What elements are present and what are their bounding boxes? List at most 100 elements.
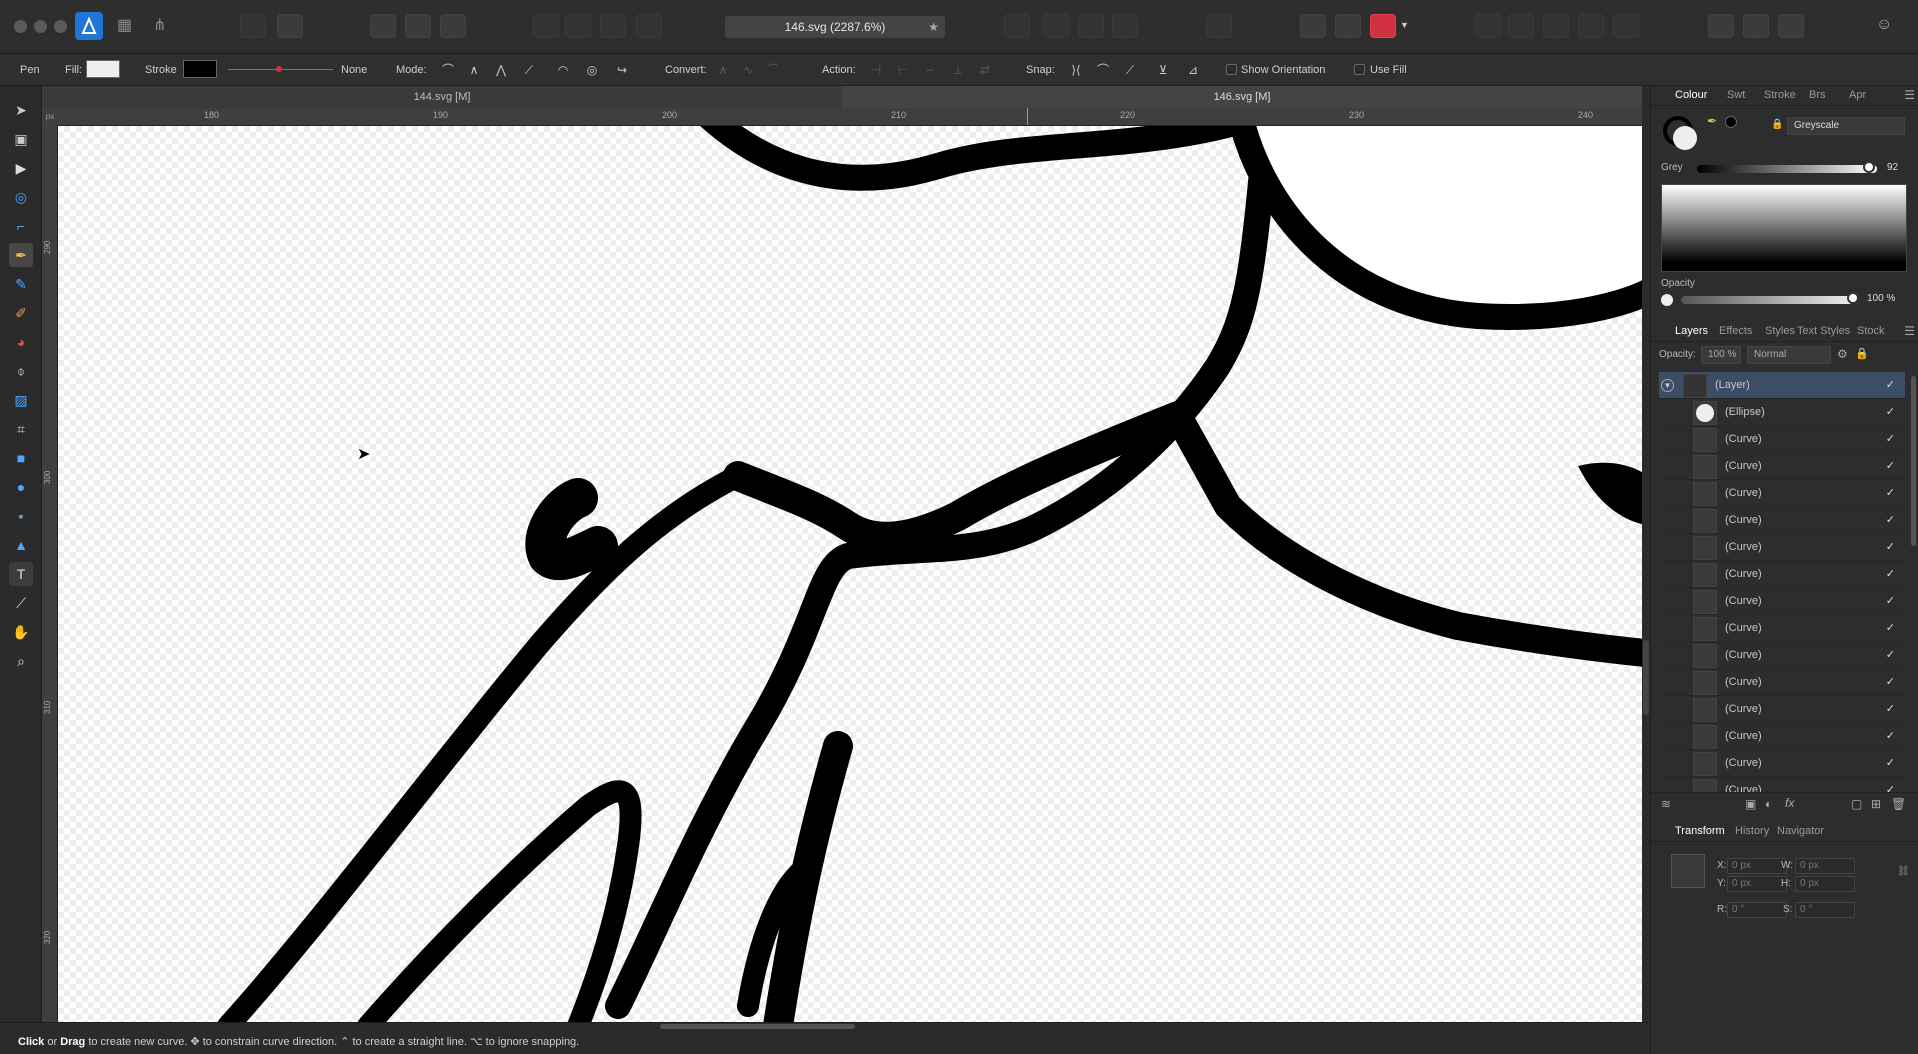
visibility-check[interactable]: ✓ — [1886, 756, 1895, 769]
visibility-check[interactable]: ✓ — [1886, 675, 1895, 688]
rounded-rectangle-tool-icon[interactable]: ▪ — [9, 504, 33, 528]
action-smooth-icon[interactable]: ∽ — [920, 60, 940, 80]
tab-navigator[interactable]: Navigator — [1777, 825, 1824, 837]
h-field[interactable]: 0 px — [1795, 876, 1855, 892]
fill-tool-icon[interactable]: ◕ — [9, 330, 33, 354]
place-image-tool-icon[interactable]: ▨ — [9, 388, 33, 412]
point-transform-tool-icon[interactable]: ◎ — [9, 185, 33, 209]
fill-swatch[interactable] — [86, 60, 120, 78]
layer-row[interactable]: (Curve) ✓ — [1659, 480, 1905, 507]
ruler-vertical[interactable]: 290 300 310 320 — [42, 126, 58, 1022]
flip-horizontal-button[interactable] — [1004, 14, 1030, 38]
transparency-tool-icon[interactable]: ⌽ — [9, 359, 33, 383]
layer-row[interactable]: (Curve) ✓ — [1659, 588, 1905, 615]
opacity-slider[interactable] — [1681, 296, 1853, 304]
tab-colour[interactable]: Colour — [1675, 89, 1707, 101]
pen-mode-polygon-icon[interactable]: ∧ — [464, 60, 484, 80]
w-field[interactable]: 0 px — [1795, 858, 1855, 874]
corner-tool-icon[interactable]: ⌐ — [9, 214, 33, 238]
arrange-forward-button[interactable] — [600, 14, 626, 38]
pen-mode-smart-icon[interactable]: ⌒ — [438, 60, 458, 80]
tab-144-svg[interactable]: 144.svg [M] — [42, 86, 842, 108]
arrange-front-button[interactable] — [636, 14, 662, 38]
artboard-tool-icon[interactable]: ▣ — [9, 127, 33, 151]
zoom-tool-icon[interactable]: ⌕ — [9, 649, 33, 673]
vector-mode-button[interactable] — [240, 14, 266, 38]
layer-row[interactable]: (Curve) ✓ — [1659, 507, 1905, 534]
snap-option-5-icon[interactable]: ⊿ — [1183, 60, 1203, 80]
add-group-icon[interactable]: ⊞ — [1871, 797, 1881, 811]
ellipse-tool-icon[interactable]: ● — [9, 475, 33, 499]
y-field[interactable]: 0 px — [1727, 876, 1787, 892]
use-fill-checkbox[interactable] — [1354, 64, 1365, 75]
layer-opacity-select[interactable]: 100 % — [1701, 346, 1741, 364]
tab-transform[interactable]: Transform — [1675, 825, 1725, 837]
visibility-check[interactable]: ✓ — [1886, 594, 1895, 607]
action-join-icon[interactable]: ⊥ — [948, 60, 968, 80]
link-icon[interactable]: ⛓ — [1897, 866, 1910, 877]
insert-inside-button[interactable] — [1708, 14, 1734, 38]
adjustment-icon[interactable]: ◐ — [1765, 797, 1772, 811]
node-tool-icon[interactable]: ▶ — [9, 156, 33, 180]
flip-vertical-button[interactable] — [1043, 14, 1069, 38]
panel-menu-icon[interactable]: ☰ — [1904, 88, 1915, 102]
layer-row[interactable]: (Ellipse) ✓ — [1659, 399, 1905, 426]
anchor-selector[interactable] — [1671, 854, 1705, 888]
colour-model-select[interactable]: Greyscale — [1787, 117, 1905, 135]
expand-chevron-icon[interactable]: ▼ — [1661, 379, 1674, 392]
grey-slider[interactable] — [1697, 165, 1877, 173]
visibility-check[interactable]: ✓ — [1886, 459, 1895, 472]
rotate-right-button[interactable] — [1112, 14, 1138, 38]
gear-icon[interactable]: ⚙ — [1837, 347, 1848, 361]
recent-colour-swatch[interactable] — [1725, 116, 1737, 128]
visibility-check[interactable]: ✓ — [1886, 540, 1895, 553]
move-tool-icon[interactable]: ➤ — [9, 98, 33, 122]
tab-layers[interactable]: Layers — [1675, 325, 1708, 337]
arrange-back-button[interactable] — [533, 14, 559, 38]
shear-field[interactable]: 0 ° — [1795, 902, 1855, 918]
tab-history[interactable]: History — [1735, 825, 1769, 837]
lock-icon[interactable]: 🔒 — [1771, 119, 1783, 130]
insert-top-button[interactable] — [1778, 14, 1804, 38]
rotation-field[interactable]: 0 ° — [1727, 902, 1787, 918]
convert-sharp-icon[interactable]: ∧ — [713, 60, 733, 80]
grey-value[interactable]: 92 — [1887, 162, 1898, 173]
document-canvas[interactable]: ➤ — [58, 126, 1642, 1022]
action-reverse-icon[interactable]: ⇄ — [975, 60, 995, 80]
rotate-left-button[interactable] — [1078, 14, 1104, 38]
transform-mode-icon[interactable]: ◎ — [582, 60, 602, 80]
insert-behind-button[interactable] — [1743, 14, 1769, 38]
visibility-check[interactable]: ✓ — [1886, 405, 1895, 418]
blend-mode-select[interactable]: Normal — [1747, 346, 1831, 364]
boolean-divide-button[interactable] — [1613, 14, 1639, 38]
rubber-band-icon[interactable]: ◠ — [553, 60, 573, 80]
colour-spectrum-box[interactable] — [1661, 184, 1907, 272]
window-minimize-button[interactable] — [34, 20, 47, 33]
snapping-options-button[interactable] — [1335, 14, 1361, 38]
view-hand-tool-icon[interactable]: ✋ — [9, 620, 33, 644]
layer-row[interactable]: (Curve) ✓ — [1659, 777, 1905, 792]
pencil-tool-icon[interactable]: ✎ — [9, 272, 33, 296]
tab-146-svg[interactable]: 146.svg [M] — [842, 86, 1642, 108]
visibility-check[interactable]: ✓ — [1886, 486, 1895, 499]
pixel-persona-icon[interactable]: ▦ — [117, 15, 137, 35]
boolean-intersect-button[interactable] — [1543, 14, 1569, 38]
bounding-box-button[interactable] — [405, 14, 431, 38]
convert-smart-icon[interactable]: ⌒ — [763, 60, 783, 80]
layer-row[interactable]: (Curve) ✓ — [1659, 696, 1905, 723]
stroke-swatch[interactable] — [183, 60, 217, 78]
visibility-check[interactable]: ✓ — [1886, 648, 1895, 661]
layer-row[interactable]: (Curve) ✓ — [1659, 453, 1905, 480]
add-pixel-layer-icon[interactable]: ▢ — [1851, 797, 1862, 811]
snap-box-button[interactable] — [440, 14, 466, 38]
designer-persona-icon[interactable] — [75, 12, 103, 40]
fx-icon[interactable]: fx — [1785, 796, 1794, 810]
visibility-check[interactable]: ✓ — [1886, 378, 1895, 391]
layers-scrollbar[interactable] — [1911, 376, 1916, 546]
pen-tool-icon[interactable]: ✒ — [9, 243, 33, 267]
visibility-check[interactable]: ✓ — [1886, 729, 1895, 742]
export-persona-icon[interactable]: ⋔ — [153, 15, 173, 35]
ruler-unit[interactable]: px — [42, 108, 58, 126]
boolean-add-button[interactable] — [1475, 14, 1501, 38]
layer-row[interactable]: (Curve) ✓ — [1659, 615, 1905, 642]
